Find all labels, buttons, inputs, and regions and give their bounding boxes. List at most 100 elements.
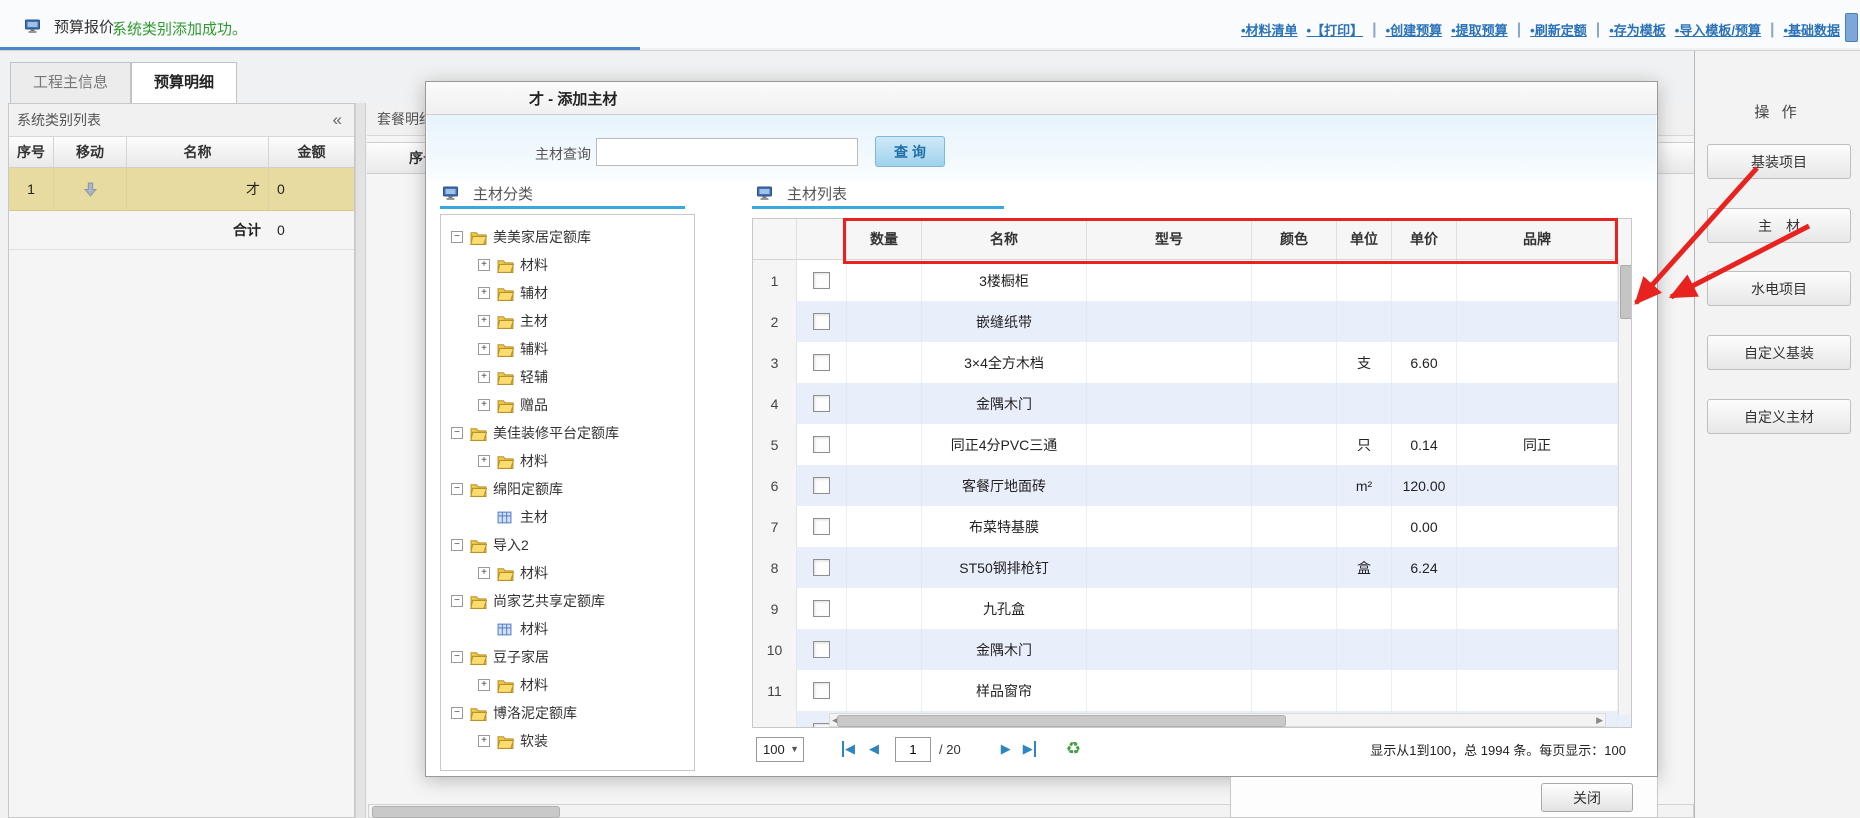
corner-scroll-chip[interactable] xyxy=(1845,13,1858,42)
row-checkbox[interactable] xyxy=(813,395,830,412)
table-row[interactable]: 13楼橱柜 xyxy=(753,260,1631,301)
pager-page-input[interactable] xyxy=(895,737,931,762)
pager-last-button[interactable]: ▶ xyxy=(1023,741,1036,757)
search-button[interactable]: 查 询 xyxy=(875,136,945,167)
expand-icon[interactable]: + xyxy=(478,735,490,747)
collapse-panel-icon[interactable]: « xyxy=(333,110,342,130)
checkbox-cell xyxy=(797,383,847,424)
tree-node-18[interactable]: +软装 xyxy=(441,727,694,755)
tab-project-info[interactable]: 工程主信息 xyxy=(10,62,131,104)
tree-node-14[interactable]: −材料 xyxy=(441,615,694,643)
collapse-icon[interactable]: − xyxy=(451,707,463,719)
cell-unit: m² xyxy=(1337,465,1392,506)
system-category-row[interactable]: 1 才 0 xyxy=(9,168,354,211)
header-link-0-1[interactable]: •【打印】 xyxy=(1307,20,1364,39)
table-row[interactable]: 2嵌缝纸带 xyxy=(753,301,1631,342)
table-row[interactable]: 6客餐厅地面砖m²120.00 xyxy=(753,465,1631,506)
ops-button-4[interactable]: 自定义主材 xyxy=(1707,399,1851,434)
row-checkbox[interactable] xyxy=(813,723,830,728)
tree-node-7[interactable]: −美佳装修平台定额库 xyxy=(441,419,694,447)
pager-next-button[interactable]: ▶ xyxy=(1001,741,1011,757)
collapse-icon[interactable]: − xyxy=(451,483,463,495)
header-link-1-0[interactable]: •创建预算 xyxy=(1386,20,1443,39)
row-checkbox[interactable] xyxy=(813,559,830,576)
header-link-2-0[interactable]: •刷新定额 xyxy=(1530,20,1587,39)
tab-budget-detail[interactable]: 预算明细 xyxy=(131,62,237,104)
expand-icon[interactable]: + xyxy=(478,315,490,327)
row-checkbox[interactable] xyxy=(813,272,830,289)
row-checkbox[interactable] xyxy=(813,313,830,330)
header-link-0-0[interactable]: •材料清单 xyxy=(1241,20,1298,39)
row-checkbox[interactable] xyxy=(813,682,830,699)
expand-icon[interactable]: + xyxy=(478,371,490,383)
panel-splitter[interactable] xyxy=(355,103,366,818)
tree-node-3[interactable]: +主材 xyxy=(441,307,694,335)
header-link-3-1[interactable]: •导入模板/预算 xyxy=(1675,20,1761,39)
table-row[interactable]: 10金隅木门 xyxy=(753,629,1631,670)
expand-icon[interactable]: + xyxy=(478,287,490,299)
row-checkbox[interactable] xyxy=(813,518,830,535)
header-link-4-0[interactable]: •基础数据 xyxy=(1783,20,1840,39)
collapse-icon[interactable]: − xyxy=(451,231,463,243)
row-checkbox[interactable] xyxy=(813,641,830,658)
arrow-down-icon[interactable] xyxy=(54,168,127,210)
row-checkbox[interactable] xyxy=(813,436,830,453)
expand-icon[interactable]: + xyxy=(478,567,490,579)
table-row[interactable]: 5同正4分PVC三通只0.14同正 xyxy=(753,424,1631,465)
ops-button-2[interactable]: 水电项目 xyxy=(1707,271,1851,306)
table-row[interactable]: 8ST50钢排枪钉盒6.24 xyxy=(753,547,1631,588)
expand-icon[interactable]: + xyxy=(478,259,490,271)
tree-node-5[interactable]: +轻辅 xyxy=(441,363,694,391)
expand-icon[interactable]: + xyxy=(478,679,490,691)
ops-button-0[interactable]: 基装项目 xyxy=(1707,144,1851,179)
tree-node-6[interactable]: +赠品 xyxy=(441,391,694,419)
refresh-icon[interactable]: ♻ xyxy=(1066,739,1081,759)
header-link-3-0[interactable]: •存为模板 xyxy=(1609,20,1666,39)
tree-node-15[interactable]: −豆子家居 xyxy=(441,643,694,671)
tree-node-label: 博洛泥定额库 xyxy=(493,703,577,723)
tree-node-9[interactable]: −绵阳定额库 xyxy=(441,475,694,503)
col-header-blank xyxy=(753,219,797,259)
tree-node-10[interactable]: −主材 xyxy=(441,503,694,531)
list-vscroll-thumb[interactable] xyxy=(1620,265,1632,319)
row-checkbox[interactable] xyxy=(813,354,830,371)
list-vertical-scrollbar[interactable] xyxy=(1618,259,1631,715)
tree-node-0[interactable]: −美美家居定额库 xyxy=(441,223,694,251)
collapse-icon[interactable]: − xyxy=(451,539,463,551)
row-checkbox[interactable] xyxy=(813,477,830,494)
expand-icon[interactable]: + xyxy=(478,343,490,355)
close-button[interactable]: 关闭 xyxy=(1541,783,1633,812)
tree-node-13[interactable]: −尚家艺共享定额库 xyxy=(441,587,694,615)
page-size-select[interactable]: 100▼ xyxy=(756,737,804,762)
tree-node-8[interactable]: +材料 xyxy=(441,447,694,475)
list-horizontal-scrollbar[interactable]: ◀ ▶ xyxy=(829,713,1606,727)
row-checkbox[interactable] xyxy=(813,600,830,617)
page-hscroll-thumb[interactable] xyxy=(372,806,560,818)
table-row[interactable]: 33×4全方木档支6.60 xyxy=(753,342,1631,383)
table-row[interactable]: 11样品窗帘 xyxy=(753,670,1631,711)
pager-first-button[interactable]: ◀ xyxy=(842,741,855,757)
expand-icon[interactable]: + xyxy=(478,399,490,411)
collapse-icon[interactable]: − xyxy=(451,427,463,439)
hscroll-right-arrow[interactable]: ▶ xyxy=(1596,715,1603,726)
tree-node-4[interactable]: +辅料 xyxy=(441,335,694,363)
table-row[interactable]: 7布菜特基膜0.00 xyxy=(753,506,1631,547)
table-row[interactable]: 9九孔盒 xyxy=(753,588,1631,629)
col-header-颜色: 颜色 xyxy=(1252,219,1337,259)
expand-icon[interactable]: + xyxy=(478,455,490,467)
collapse-icon[interactable]: − xyxy=(451,595,463,607)
tree-node-1[interactable]: +材料 xyxy=(441,251,694,279)
ops-button-3[interactable]: 自定义基装 xyxy=(1707,335,1851,370)
tree-node-11[interactable]: −导入2 xyxy=(441,531,694,559)
tree-node-17[interactable]: − 博洛泥定额库 xyxy=(441,699,694,727)
list-hscroll-thumb[interactable] xyxy=(837,715,1286,727)
tree-node-2[interactable]: +辅材 xyxy=(441,279,694,307)
ops-button-1[interactable]: 主 材 xyxy=(1707,208,1851,243)
collapse-icon[interactable]: − xyxy=(451,651,463,663)
tree-node-16[interactable]: +材料 xyxy=(441,671,694,699)
pager-prev-button[interactable]: ◀ xyxy=(869,741,879,757)
table-row[interactable]: 4金隅木门 xyxy=(753,383,1631,424)
search-input[interactable] xyxy=(596,138,858,166)
tree-node-12[interactable]: +材料 xyxy=(441,559,694,587)
header-link-1-1[interactable]: •提取预算 xyxy=(1451,20,1508,39)
